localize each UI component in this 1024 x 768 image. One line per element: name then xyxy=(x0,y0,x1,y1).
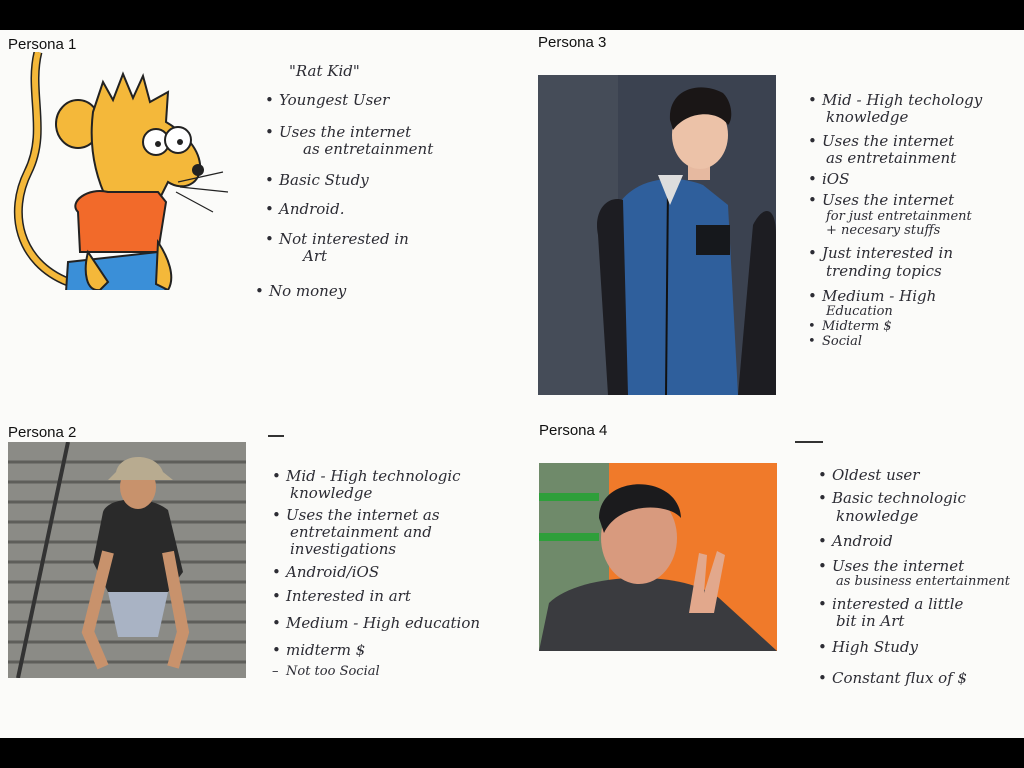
note-item: • Just interested in xyxy=(808,244,954,263)
bottom-letterbox xyxy=(0,738,1024,768)
note-item-cont: trending topics xyxy=(826,261,942,280)
note-item-cont: + necesary stuffs xyxy=(826,223,941,239)
margin-mark xyxy=(795,441,823,443)
note-item: • Basic technologic xyxy=(818,489,966,508)
persona-1-nickname: "Rat Kid" xyxy=(289,62,360,80)
note-item: • Uses the internet xyxy=(808,131,955,150)
margin-mark xyxy=(268,435,284,437)
note-item-cont: as entretainment xyxy=(826,148,957,167)
persona-3-title: Persona 3 xyxy=(538,34,607,51)
note-item-cont: entretainment and xyxy=(290,522,432,541)
note-item: • Medium - High xyxy=(808,286,937,305)
top-letterbox xyxy=(0,0,1024,30)
note-item: • Android xyxy=(818,531,893,550)
note-item-cont: knowledge xyxy=(826,108,909,127)
note-item: • Medium - High education xyxy=(272,613,481,632)
note-item: • Midterm $ xyxy=(808,319,892,335)
note-item: • High Study xyxy=(818,637,918,656)
note-item: • interested a little xyxy=(818,595,964,614)
note-item: • Social xyxy=(808,334,863,349)
note-item: • Android/iOS xyxy=(272,563,380,582)
persona-4-title: Persona 4 xyxy=(539,422,608,439)
note-item: • Uses the internet xyxy=(818,557,965,575)
note-item: • Uses the internet as xyxy=(272,505,440,524)
note-item: • No money xyxy=(255,282,347,300)
persona-2-notes: • Mid - High technologic knowledge • Uses … xyxy=(272,467,481,680)
note-item: • Constant flux of $ xyxy=(818,668,968,687)
note-item-cont: for just entretainment xyxy=(826,208,972,224)
note-item: • Mid - High techology xyxy=(808,91,983,109)
note-item-cont: knowledge xyxy=(836,506,919,525)
note-item-cont: Art xyxy=(303,246,328,265)
persona-4-notes: • Oldest user • Basic technologic knowledg… xyxy=(818,466,1010,687)
note-item-cont: as business entertainment xyxy=(836,574,1010,590)
persona-3-photo xyxy=(538,75,776,395)
note-item: • Uses the internet xyxy=(265,122,412,141)
note-item: • Android. xyxy=(265,200,345,219)
persona-2-photo xyxy=(8,442,246,678)
note-item: • Mid - High technologic xyxy=(272,467,461,485)
persona-sheet: Persona 1 "Rat Kid" • Youngest User • Uses… xyxy=(0,30,1024,738)
note-item: • Not interested in xyxy=(265,229,409,248)
note-item: – Not too Social xyxy=(272,664,380,680)
note-item: • Basic Study xyxy=(265,171,369,189)
note-item: • Youngest User xyxy=(265,91,390,110)
note-item: • Oldest user xyxy=(818,466,920,484)
note-item-cont: knowledge xyxy=(290,484,373,503)
persona-3-notes: • Mid - High techology knowledge • Uses th… xyxy=(808,91,983,350)
persona-4-photo xyxy=(539,463,777,651)
persona-1-title: Persona 1 xyxy=(8,36,77,53)
note-item-cont: investigations xyxy=(290,540,397,558)
note-item: • Interested in art xyxy=(272,586,411,605)
note-item-cont: as entretainment xyxy=(303,139,434,158)
rat-kid-illustration xyxy=(13,52,229,290)
note-item: • midterm $ xyxy=(272,641,366,659)
note-item: • Uses the internet xyxy=(808,191,955,210)
note-item: • iOS xyxy=(808,170,850,188)
note-item-cont: Education xyxy=(826,304,893,320)
persona-1-notes: "Rat Kid" • Youngest User • Uses the inter… xyxy=(255,62,434,300)
note-item-cont: bit in Art xyxy=(836,612,905,631)
persona-2-title: Persona 2 xyxy=(8,424,77,441)
